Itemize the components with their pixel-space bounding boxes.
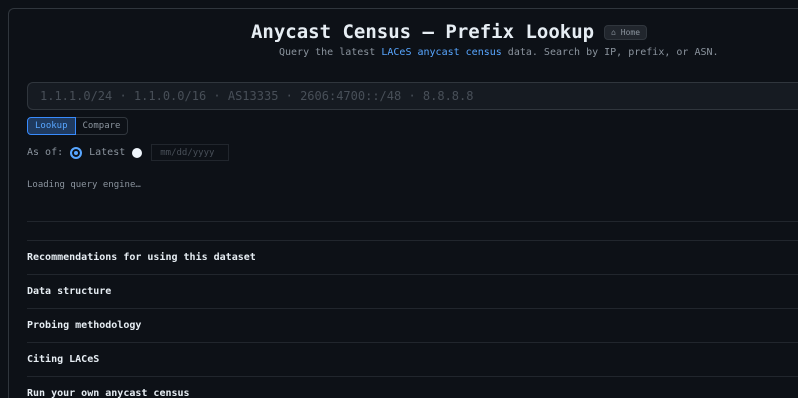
search-box[interactable] [27, 82, 798, 110]
section-recommendations[interactable]: Recommendations for using this dataset [27, 240, 798, 274]
section-probing-methodology[interactable]: Probing methodology [27, 308, 798, 342]
as-of-selector: As of: Latest mm/dd/yyyy [27, 144, 798, 161]
subtitle-text-end: data. Search by IP, prefix, or ASN. [501, 47, 719, 58]
section-data-structure[interactable]: Data structure [27, 274, 798, 308]
section-citing-laces[interactable]: Citing LACeS [27, 342, 798, 376]
laces-census-link[interactable]: LACeS anycast census [381, 47, 501, 58]
page-subtitle: Query the latest LACeS anycast census da… [279, 47, 798, 58]
app-frame: Anycast Census — Prefix Lookup ⌂ Home Qu… [8, 8, 798, 398]
page-title: Anycast Census — Prefix Lookup [250, 21, 595, 43]
home-button[interactable]: ⌂ Home [604, 24, 648, 40]
title-row: Anycast Census — Prefix Lookup ⌂ Home [99, 21, 798, 43]
latest-radio[interactable] [70, 146, 83, 159]
as-of-label: As of: [27, 147, 64, 158]
mode-tabs: Lookup Compare [27, 117, 798, 135]
status-text: Loading query engine… [27, 180, 141, 190]
date-radio[interactable] [132, 147, 143, 158]
section-run-your-own[interactable]: Run your own anycast census [27, 376, 798, 398]
date-input[interactable]: mm/dd/yyyy [151, 144, 230, 161]
section-divider [27, 221, 798, 240]
search-input[interactable] [38, 88, 798, 104]
subtitle-text-start: Query the latest [279, 47, 382, 58]
latest-radio-label[interactable]: Latest [89, 147, 125, 158]
info-sections: Recommendations for using this dataset D… [27, 221, 798, 398]
tab-lookup[interactable]: Lookup [27, 117, 76, 135]
tab-compare[interactable]: Compare [75, 117, 129, 135]
page-header: Anycast Census — Prefix Lookup ⌂ Home Qu… [9, 9, 798, 58]
